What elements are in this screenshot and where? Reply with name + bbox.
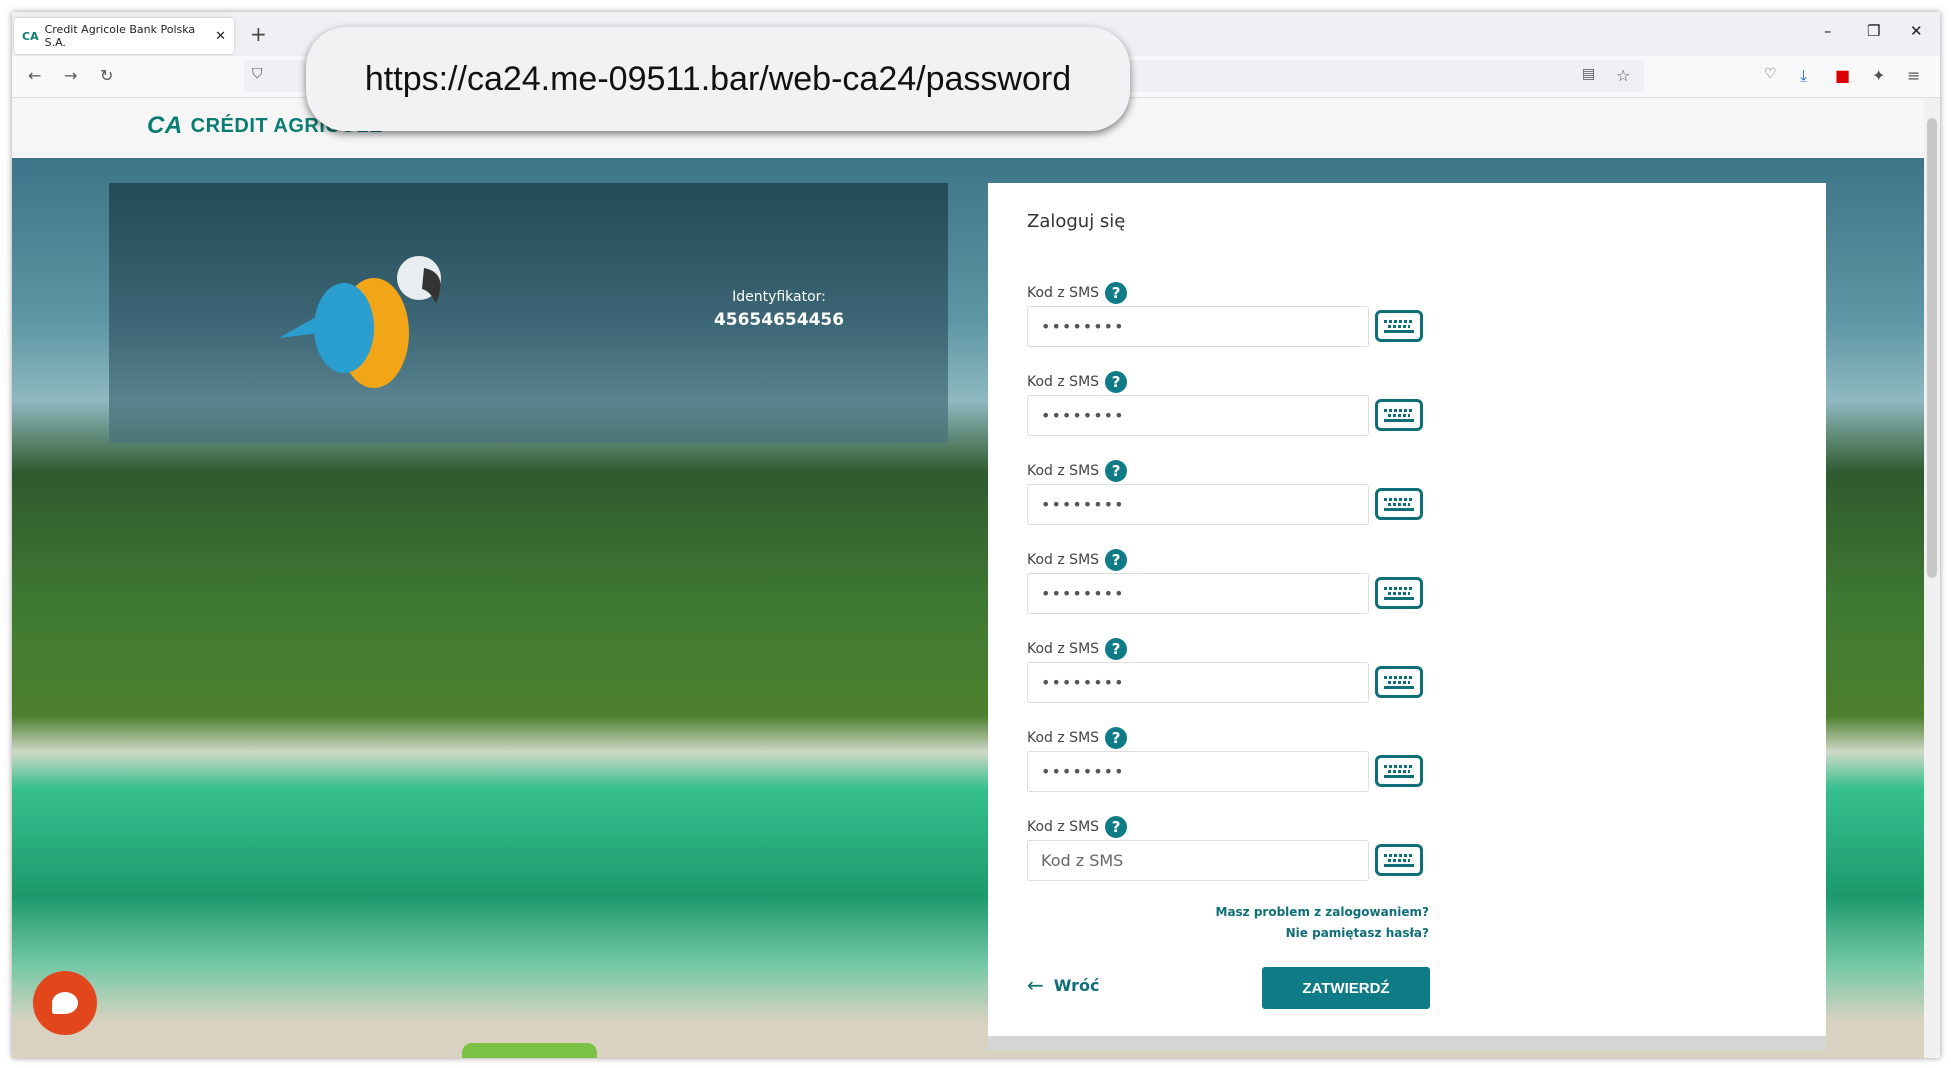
- new-tab-icon[interactable]: +: [250, 22, 267, 46]
- sms-field: Kod z SMS? ••••••••: [1027, 370, 1423, 436]
- reload-icon[interactable]: ↻: [100, 66, 113, 85]
- browser-window: CA Credit Agricole Bank Polska S.A. ✕ + …: [12, 12, 1940, 1058]
- sms-field: Kod z SMS? ••••••••: [1027, 548, 1423, 614]
- close-window-icon[interactable]: ✕: [1910, 22, 1923, 40]
- identifier-label: Identyfikator:: [732, 289, 826, 305]
- forward-icon[interactable]: →: [64, 66, 77, 85]
- green-tab[interactable]: [462, 1043, 597, 1058]
- scrollbar[interactable]: [1924, 98, 1940, 1058]
- background-photo: Identyfikator: 45654654456 Zaloguj się K…: [12, 158, 1924, 1058]
- keyboard-icon[interactable]: [1375, 844, 1423, 876]
- sms-field: Kod z SMS? ••••••••: [1027, 726, 1423, 792]
- login-form: Zaloguj się Kod z SMS? •••••••• Kod z SMS…: [988, 183, 1826, 1036]
- sms-code-input[interactable]: ••••••••: [1027, 573, 1369, 614]
- forgot-password-link[interactable]: Nie pamiętasz hasła?: [988, 923, 1429, 944]
- browser-tab[interactable]: CA Credit Agricole Bank Polska S.A. ✕: [14, 18, 234, 54]
- help-icon[interactable]: ?: [1105, 638, 1128, 660]
- sms-code-input[interactable]: ••••••••: [1027, 751, 1369, 792]
- field-label: Kod z SMS: [1027, 463, 1100, 479]
- field-label: Kod z SMS: [1027, 641, 1100, 657]
- login-problem-link[interactable]: Masz problem z zalogowaniem?: [988, 902, 1430, 923]
- star-icon[interactable]: ☆: [1616, 66, 1630, 85]
- form-footer-strip: [988, 1036, 1826, 1050]
- help-icon[interactable]: ?: [1105, 371, 1128, 393]
- help-icon[interactable]: ?: [1105, 816, 1128, 838]
- keyboard-icon[interactable]: [1375, 755, 1423, 787]
- field-label: Kod z SMS: [1027, 285, 1100, 301]
- close-tab-icon[interactable]: ✕: [215, 29, 226, 44]
- sms-field: Kod z SMS? ••••••••: [1027, 637, 1423, 703]
- back-button[interactable]: ← Wróć: [1027, 973, 1100, 997]
- download-icon[interactable]: ⤓: [1800, 66, 1807, 86]
- scrollbar-thumb[interactable]: [1927, 118, 1937, 578]
- tab-title: Credit Agricole Bank Polska S.A.: [44, 23, 196, 49]
- arrow-left-icon: ←: [1027, 973, 1044, 997]
- field-label: Kod z SMS: [1027, 374, 1100, 390]
- shield-icon[interactable]: ⛉: [252, 66, 263, 82]
- help-icon[interactable]: ?: [1105, 282, 1128, 304]
- welcome-panel: Identyfikator: 45654654456: [109, 183, 948, 443]
- sms-field: Kod z SMS? Kod z SMS: [1027, 815, 1423, 881]
- favicon-icon: CA: [22, 29, 39, 43]
- help-links: Masz problem z zalogowaniem? Nie pamięta…: [988, 902, 1430, 944]
- identifier: Identyfikator: 45654654456: [709, 289, 849, 330]
- help-icon[interactable]: ?: [1105, 727, 1128, 749]
- sms-code-input[interactable]: ••••••••: [1027, 395, 1369, 436]
- sms-field: Kod z SMS? ••••••••: [1027, 459, 1423, 525]
- restore-icon[interactable]: ❐: [1867, 22, 1880, 40]
- sms-code-input[interactable]: ••••••••: [1027, 662, 1369, 703]
- field-label: Kod z SMS: [1027, 730, 1100, 746]
- keyboard-icon[interactable]: [1375, 577, 1423, 609]
- keyboard-icon[interactable]: [1375, 310, 1423, 342]
- chat-icon: [52, 992, 78, 1014]
- chat-button[interactable]: [33, 971, 97, 1035]
- menu-icon[interactable]: ≡: [1907, 66, 1920, 85]
- back-icon[interactable]: ←: [28, 66, 41, 85]
- puzzle-icon[interactable]: ✦: [1872, 66, 1885, 85]
- keyboard-icon[interactable]: [1375, 488, 1423, 520]
- submit-button[interactable]: ZATWIERDŹ: [1262, 967, 1430, 1009]
- sms-field: Kod z SMS? ••••••••: [1027, 281, 1423, 347]
- page: CA CRÉDIT AGRICOLE Identyfikator: 4565465…: [12, 98, 1924, 1058]
- reader-icon[interactable]: ▤: [1582, 66, 1595, 82]
- url-callout: https://ca24.me-09511.bar/web-ca24/passw…: [306, 27, 1130, 131]
- form-title: Zaloguj się: [1027, 211, 1126, 232]
- extension-icon[interactable]: ■: [1835, 66, 1850, 85]
- parrot-image: [279, 256, 441, 388]
- field-label: Kod z SMS: [1027, 552, 1100, 568]
- sms-code-input[interactable]: ••••••••: [1027, 484, 1369, 525]
- pocket-icon[interactable]: ♡: [1764, 66, 1777, 82]
- keyboard-icon[interactable]: [1375, 399, 1423, 431]
- logo-mark-icon: CA: [147, 112, 183, 139]
- back-label: Wróć: [1053, 975, 1100, 995]
- sms-code-input[interactable]: Kod z SMS: [1027, 840, 1369, 881]
- identifier-value: 45654654456: [713, 310, 845, 330]
- field-label: Kod z SMS: [1027, 819, 1100, 835]
- minimize-icon[interactable]: –: [1824, 22, 1832, 40]
- help-icon[interactable]: ?: [1105, 549, 1128, 571]
- help-icon[interactable]: ?: [1105, 460, 1128, 482]
- sms-code-input[interactable]: ••••••••: [1027, 306, 1369, 347]
- keyboard-icon[interactable]: [1375, 666, 1423, 698]
